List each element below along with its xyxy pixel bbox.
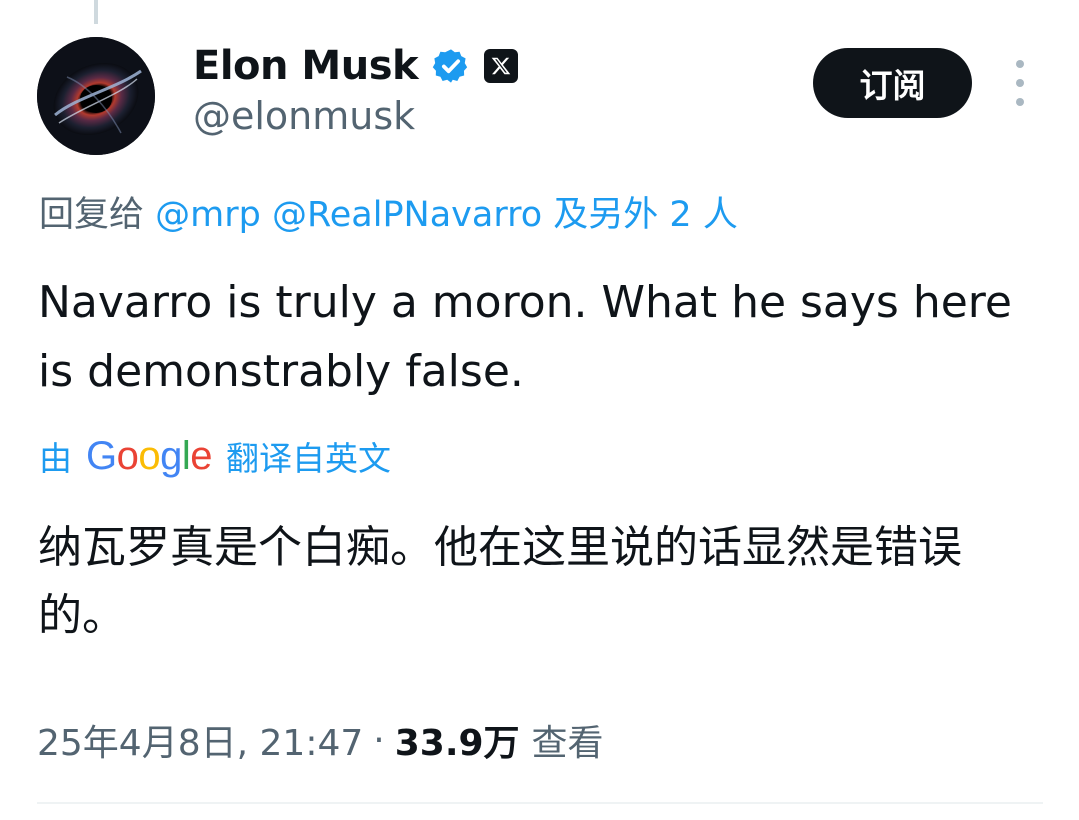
verified-badge-icon: [432, 49, 468, 83]
reply-context: 回复给 @mrp @RealPNavarro 及另外 2 人: [39, 186, 738, 237]
author-name-row: Elon Musk: [193, 38, 519, 94]
divider: [37, 802, 1043, 804]
reply-mention-mrp[interactable]: @mrp: [155, 195, 261, 235]
reply-prefix: 回复给: [39, 195, 145, 235]
translated-by-prefix: 由: [39, 439, 72, 478]
avatar[interactable]: [37, 37, 155, 155]
meta-separator: ·: [373, 719, 385, 761]
author-display-name[interactable]: Elon Musk: [193, 43, 419, 89]
more-dot: [1016, 79, 1024, 87]
black-hole-avatar-icon: [37, 37, 155, 155]
more-dot: [1016, 60, 1024, 68]
author-handle[interactable]: @elonmusk: [193, 94, 415, 138]
google-logo: Google: [86, 433, 213, 478]
more-vertical-icon[interactable]: [1005, 60, 1035, 106]
thread-connector-line: [94, 0, 98, 24]
translation-label: 翻译自英文: [226, 439, 392, 478]
subscribe-button[interactable]: 订阅: [813, 48, 972, 118]
views-count: 33.9万: [394, 723, 520, 764]
x-logo-icon: [484, 49, 519, 83]
views-label: 查看: [531, 723, 604, 764]
reply-others-link[interactable]: 及另外 2 人: [553, 195, 738, 235]
more-dot: [1016, 98, 1024, 106]
tweet-timestamp[interactable]: 25年4月8日, 21:47: [37, 714, 363, 766]
tweet-text: Navarro is truly a moron. What he says h…: [38, 277, 1012, 397]
reply-mention-realpnavarro[interactable]: @RealPNavarro: [272, 195, 542, 235]
tweet-meta: 25年4月8日, 21:47 · 33.9万 查看: [37, 714, 604, 766]
translation-attribution[interactable]: 由 Google 翻译自英文: [39, 430, 391, 482]
translated-tweet-text: 纳瓦罗真是个白痴。他在这里说的话显然是错误的。: [38, 522, 962, 641]
